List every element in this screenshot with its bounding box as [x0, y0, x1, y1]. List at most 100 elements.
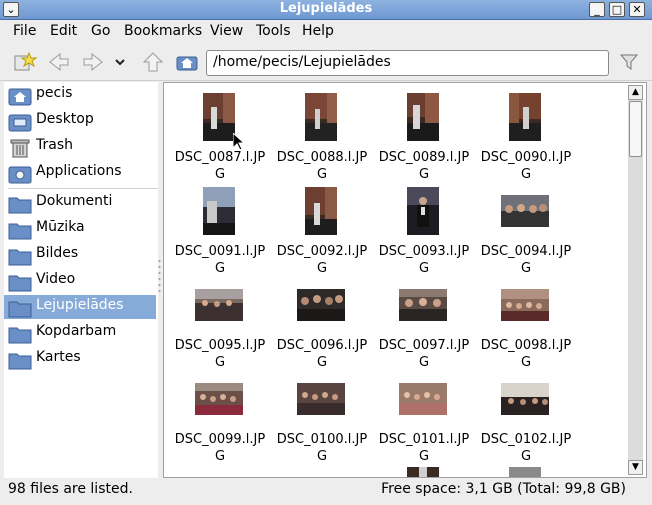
file-item[interactable]: DSC_0099.l.JPG: [170, 373, 270, 464]
photo-thumbnail-icon: [195, 383, 243, 415]
sidebar-item-label: Desktop: [36, 111, 94, 127]
file-item[interactable]: DSC_0092.l.JPG: [272, 185, 372, 276]
sidebar-item-applications[interactable]: Applications: [4, 161, 156, 185]
sidebar-item-label: Kopdarbam: [36, 323, 117, 339]
file-item[interactable]: DSC_0102.l.JPG: [476, 373, 576, 464]
file-item[interactable]: DSC_0097.l.JPG: [374, 279, 474, 370]
vertical-scrollbar[interactable]: ▲ ▼: [628, 85, 643, 475]
sidebar-item-lejupielades[interactable]: Lejupielādes: [4, 295, 156, 319]
menu-go[interactable]: Go: [91, 23, 110, 39]
new-bookmark-icon: [14, 51, 38, 71]
maximize-button[interactable]: □: [609, 2, 625, 17]
status-free-space: Free space: 3,1 GB (Total: 99,8 GB): [381, 481, 626, 497]
file-item[interactable]: DSC_0087.l.JPG: [170, 91, 270, 182]
photo-thumbnail-icon: [501, 289, 549, 321]
menu-file[interactable]: File: [13, 23, 36, 39]
toolbar: /home/pecis/Lejupielādes: [0, 43, 652, 81]
sidebar-item-desktop[interactable]: Desktop: [4, 109, 156, 133]
sidebar-item-label: Mūzika: [36, 219, 85, 235]
up-button[interactable]: [140, 50, 166, 74]
file-name: DSC_0096.l.JPG: [276, 338, 368, 370]
menu-edit[interactable]: Edit: [50, 23, 77, 39]
file-item[interactable]: DSC_0095.l.JPG: [170, 279, 270, 370]
minimize-button[interactable]: _: [589, 2, 605, 17]
location-field[interactable]: /home/pecis/Lejupielādes: [206, 50, 609, 76]
file-name: DSC_0094.l.JPG: [480, 244, 572, 276]
file-name: DSC_0102.l.JPG: [480, 432, 572, 464]
menu-tools[interactable]: Tools: [256, 23, 291, 39]
sidebar: pecis Desktop Trash Applications Dokumen…: [4, 82, 158, 478]
file-item[interactable]: DSC_0094.l.JPG: [476, 185, 576, 276]
sidebar-separator: [8, 188, 158, 189]
back-button[interactable]: [46, 50, 72, 74]
photo-thumbnail-icon: [297, 289, 345, 321]
file-item[interactable]: DSC_0090.l.JPG: [476, 91, 576, 182]
file-item[interactable]: DSC_0098.l.JPG: [476, 279, 576, 370]
file-name: DSC_0088.l.JPG: [276, 150, 368, 182]
sidebar-item-kartes[interactable]: Kartes: [4, 347, 156, 371]
folder-icon: [8, 275, 32, 292]
menu-bookmarks[interactable]: Bookmarks: [124, 23, 202, 39]
folder-icon: [8, 249, 32, 266]
file-item[interactable]: DSC_0093.l.JPG: [374, 185, 474, 276]
up-icon: [142, 52, 164, 72]
sidebar-item-label: Bildes: [36, 245, 79, 261]
home-folder-icon: [8, 88, 32, 106]
file-item[interactable]: DSC_0101.l.JPG: [374, 373, 474, 464]
back-icon: [49, 52, 69, 72]
menu-bar: File Edit Go Bookmarks View Tools Help: [0, 20, 652, 42]
photo-thumbnail-icon: [407, 93, 439, 141]
folder-icon: [8, 223, 32, 240]
scroll-down-icon[interactable]: ▼: [628, 460, 643, 475]
photo-thumbnail-icon: [407, 187, 439, 235]
photo-thumbnail-icon: [203, 93, 235, 141]
forward-button[interactable]: [80, 50, 106, 74]
scrollbar-thumb[interactable]: [629, 101, 642, 157]
sidebar-item-bildes[interactable]: Bildes: [4, 243, 156, 267]
sidebar-item-label: Applications: [36, 163, 122, 179]
photo-thumbnail-icon: [305, 93, 337, 141]
sidebar-item-muzika[interactable]: Mūzika: [4, 217, 156, 241]
history-dropdown-button[interactable]: [110, 50, 130, 74]
file-name: DSC_0099.l.JPG: [174, 432, 266, 464]
photo-thumbnail-icon: [501, 195, 549, 227]
file-item[interactable]: DSC_0096.l.JPG: [272, 279, 372, 370]
file-name: DSC_0089.l.JPG: [378, 150, 470, 182]
photo-thumbnail-icon: [501, 383, 549, 415]
photo-thumbnail-icon: [399, 289, 447, 321]
sidebar-item-kopdarbam[interactable]: Kopdarbam: [4, 321, 156, 345]
forward-icon: [83, 52, 103, 72]
menu-help[interactable]: Help: [302, 23, 334, 39]
file-name: DSC_0098.l.JPG: [480, 338, 572, 370]
mouse-cursor-icon: [233, 133, 245, 151]
maximize-icon: □: [611, 3, 623, 16]
file-item[interactable]: DSC_0089.l.JPG: [374, 91, 474, 182]
file-name: DSC_0100.l.JPG: [276, 432, 368, 464]
photo-thumbnail-icon: [297, 383, 345, 415]
file-name: DSC_0092.l.JPG: [276, 244, 368, 276]
window-title: Lejupielādes: [279, 1, 373, 16]
sidebar-item-dokumenti[interactable]: Dokumenti: [4, 191, 156, 215]
file-item[interactable]: DSC_0088.l.JPG: [272, 91, 372, 182]
scroll-up-icon[interactable]: ▲: [628, 85, 643, 100]
home-button[interactable]: [174, 50, 200, 74]
filter-button[interactable]: [616, 50, 642, 74]
minimize-icon: _: [594, 3, 600, 16]
file-name: DSC_0091.l.JPG: [174, 244, 266, 276]
sidebar-item-home[interactable]: pecis: [4, 83, 156, 107]
title-bar[interactable]: ⌄ Lejupielādes _ □ ✕: [0, 0, 652, 20]
status-file-count: 98 files are listed.: [8, 481, 133, 497]
file-name: DSC_0097.l.JPG: [378, 338, 470, 370]
file-item[interactable]: DSC_0100.l.JPG: [272, 373, 372, 464]
new-bookmark-button[interactable]: [12, 50, 38, 74]
close-icon: ✕: [632, 3, 642, 16]
sidebar-item-video[interactable]: Video: [4, 269, 156, 293]
file-item[interactable]: DSC_0091.l.JPG: [170, 185, 270, 276]
folder-icon: [8, 327, 32, 344]
sidebar-item-label: pecis: [36, 85, 73, 101]
pane-splitter-handle[interactable]: [158, 258, 161, 298]
menu-view[interactable]: View: [210, 23, 243, 39]
sidebar-item-trash[interactable]: Trash: [4, 135, 156, 159]
photo-thumbnail-icon: [509, 467, 541, 477]
close-button[interactable]: ✕: [629, 2, 645, 17]
